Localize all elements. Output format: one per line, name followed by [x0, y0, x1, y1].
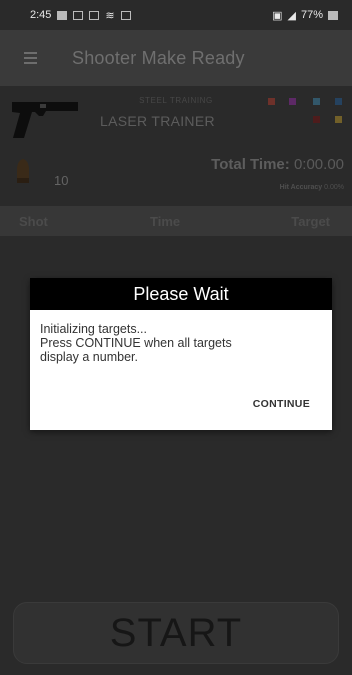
column-header-time: Time: [150, 213, 181, 229]
status-left-group: 2:45 ≋: [30, 9, 131, 22]
target-color-swatch: [335, 116, 342, 123]
hit-accuracy-label: Hit Accuracy: [279, 184, 323, 191]
hit-accuracy-value: 0.00%: [324, 184, 344, 191]
app-bar: Shooter Make Ready: [0, 30, 352, 86]
battery-percent: 77%: [300, 9, 323, 21]
target-color-swatch: [289, 98, 296, 105]
total-time-value: 0:00.00: [293, 156, 344, 173]
target-color-swatch: [313, 98, 320, 105]
total-time: Total Time: 0:00.00: [211, 156, 344, 173]
round-count: 10: [54, 173, 69, 188]
shot-table-header: Shot Time Target: [0, 206, 352, 236]
image-icon: [89, 10, 100, 20]
total-time-label: Total Time:: [211, 156, 290, 173]
column-header-target: Target: [291, 213, 330, 229]
target-color-swatch: [313, 116, 320, 123]
dialog-message: Initializing targets... Press CONTINUE w…: [30, 310, 332, 364]
status-time: 2:45: [30, 9, 52, 21]
dialog-title: Please Wait: [30, 278, 332, 310]
gallery-icon: [57, 10, 68, 20]
status-bar: 2:45 ≋ ▣ ◢ 77%: [0, 0, 352, 30]
battery-icon: [328, 10, 338, 20]
target-color-swatch: [268, 98, 275, 105]
vibrate-icon: ▣: [272, 9, 283, 22]
message-icon: [73, 10, 84, 20]
hamburger-menu-icon[interactable]: [8, 30, 52, 86]
hit-accuracy: Hit Accuracy 0.00%: [280, 184, 344, 191]
status-right-group: ▣ ◢ 77%: [272, 9, 338, 22]
column-header-shot: Shot: [19, 213, 48, 229]
start-button[interactable]: START: [13, 602, 339, 664]
ammo-icon: [17, 159, 29, 183]
dialog-message-line: Press CONTINUE when all targets: [40, 336, 232, 350]
dialog-message-line: Initializing targets...: [40, 322, 147, 336]
trainer-name: LASER TRAINER: [100, 113, 215, 129]
notification-icon: [120, 10, 131, 20]
continue-button[interactable]: CONTINUE: [253, 398, 310, 410]
app-title: Shooter Make Ready: [72, 47, 245, 68]
please-wait-dialog: Please Wait Initializing targets... Pres…: [30, 278, 332, 430]
signal-icon: ◢: [287, 9, 296, 22]
wifi-icon: ≋: [105, 9, 115, 22]
target-color-swatch: [335, 98, 342, 105]
dialog-message-line: display a number.: [40, 350, 138, 364]
